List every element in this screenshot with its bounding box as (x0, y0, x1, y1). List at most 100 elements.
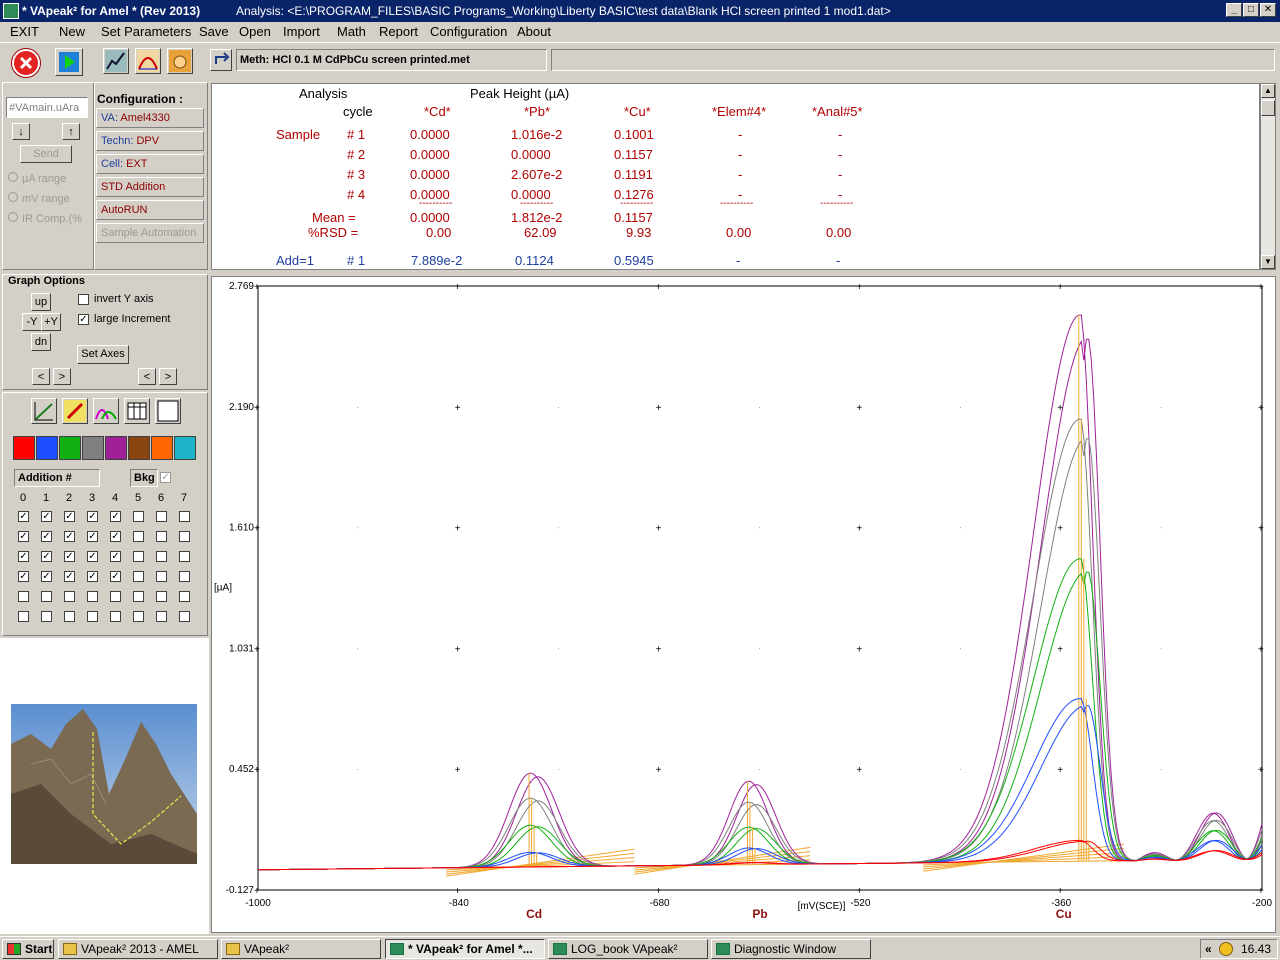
curve-checkbox[interactable]: ✓ (41, 551, 52, 562)
curve-checkbox[interactable] (64, 611, 75, 622)
color-blue[interactable] (36, 436, 58, 460)
y-left-button[interactable]: < (138, 368, 156, 385)
menu-exit[interactable]: EXIT (10, 24, 39, 39)
curve-checkbox[interactable] (87, 591, 98, 602)
curve-checkbox[interactable] (133, 511, 144, 522)
curve-checkbox[interactable] (179, 511, 190, 522)
x-left-button[interactable]: < (32, 368, 50, 385)
curve-checkbox[interactable]: ✓ (41, 531, 52, 542)
close-button[interactable]: ✕ (1260, 3, 1276, 17)
linear-fit-button[interactable] (31, 398, 57, 424)
task-diagnostic-window[interactable]: Diagnostic Window (711, 939, 871, 959)
curve-checkbox[interactable] (156, 551, 167, 562)
curve-checkbox[interactable] (110, 611, 121, 622)
task-log-book[interactable]: LOG_book VApeak² (548, 939, 708, 959)
curve-checkbox[interactable]: ✓ (18, 531, 29, 542)
run-button[interactable] (55, 48, 83, 76)
curve-checkbox[interactable] (179, 531, 190, 542)
baseline-button[interactable] (62, 398, 88, 424)
report-button[interactable] (124, 398, 150, 424)
redo-button[interactable] (210, 49, 232, 71)
y-right-button[interactable]: > (159, 368, 177, 385)
config-sample-automation[interactable]: Sample Automation (96, 223, 204, 243)
peak-button[interactable] (135, 48, 161, 74)
color-green[interactable] (59, 436, 81, 460)
plot-button[interactable] (103, 48, 129, 74)
results-scrollbar[interactable]: ▲ ▼ (1260, 83, 1276, 270)
curve-checkbox[interactable]: ✓ (64, 511, 75, 522)
menu-set-parameters[interactable]: Set Parameters (101, 24, 191, 39)
scroll-up-icon[interactable]: ▲ (1261, 84, 1275, 98)
menu-open[interactable]: Open (239, 24, 271, 39)
curve-checkbox[interactable] (41, 591, 52, 602)
curve-checkbox[interactable] (133, 611, 144, 622)
minus-y-button[interactable]: -Y (22, 313, 42, 331)
shield-icon[interactable] (1219, 942, 1233, 956)
curve-checkbox[interactable]: ✓ (110, 531, 121, 542)
curve-checkbox[interactable]: ✓ (41, 571, 52, 582)
curve-checkbox[interactable] (18, 591, 29, 602)
curve-checkbox[interactable] (156, 591, 167, 602)
curve-checkbox[interactable] (179, 551, 190, 562)
task-vapeak-folder[interactable]: VApeak² (221, 939, 381, 959)
stop-button[interactable] (12, 49, 40, 77)
curve-checkbox[interactable]: ✓ (64, 551, 75, 562)
tray-expand-icon[interactable]: « (1205, 942, 1212, 956)
curve-checkbox[interactable] (133, 531, 144, 542)
dn-button[interactable]: dn (31, 333, 51, 351)
curve-checkbox[interactable] (110, 591, 121, 602)
menu-import[interactable]: Import (283, 24, 320, 39)
scroll-thumb[interactable] (1261, 100, 1275, 116)
start-button[interactable]: Start (2, 939, 54, 959)
curve-checkbox[interactable] (156, 611, 167, 622)
curve-checkbox[interactable] (156, 511, 167, 522)
curve-checkbox[interactable]: ✓ (87, 571, 98, 582)
config-autorun[interactable]: AutoRUN (96, 200, 204, 220)
overlay-button[interactable] (93, 398, 119, 424)
curve-checkbox[interactable] (87, 611, 98, 622)
curve-checkbox[interactable]: ✓ (87, 531, 98, 542)
curve-checkbox[interactable] (179, 571, 190, 582)
scroll-down-icon[interactable]: ▼ (1261, 255, 1275, 269)
color-gray[interactable] (82, 436, 104, 460)
curve-checkbox[interactable]: ✓ (41, 511, 52, 522)
curve-checkbox[interactable]: ✓ (64, 531, 75, 542)
curve-checkbox[interactable] (133, 591, 144, 602)
ua-range-radio[interactable]: µA range (8, 172, 66, 185)
config-technique[interactable]: Techn: DPV (96, 131, 204, 151)
color-red[interactable] (13, 436, 35, 460)
set-axes-button[interactable]: Set Axes (77, 345, 129, 364)
config-std-addition[interactable]: STD Addition (96, 177, 204, 197)
curve-checkbox[interactable]: ✓ (87, 551, 98, 562)
minimize-button[interactable]: _ (1226, 3, 1242, 17)
curve-checkbox[interactable]: ✓ (18, 551, 29, 562)
curve-checkbox[interactable]: ✓ (18, 571, 29, 582)
command-input[interactable] (6, 97, 88, 118)
x-right-button[interactable]: > (53, 368, 71, 385)
down-arrow-button[interactable]: ↓ (12, 123, 30, 140)
menu-about[interactable]: About (517, 24, 551, 39)
menu-math[interactable]: Math (337, 24, 366, 39)
ir-comp-radio[interactable]: IR Comp.(% (8, 212, 82, 225)
bkg-checkbox[interactable]: ✓ (160, 472, 171, 483)
curve-checkbox[interactable]: ✓ (18, 511, 29, 522)
curve-checkbox[interactable] (156, 531, 167, 542)
blank-button[interactable] (155, 398, 181, 424)
color-orange[interactable] (151, 436, 173, 460)
invert-y-checkbox[interactable] (78, 294, 89, 305)
hand-button[interactable] (167, 48, 193, 74)
curve-checkbox[interactable]: ✓ (110, 511, 121, 522)
menu-save[interactable]: Save (199, 24, 229, 39)
config-cell[interactable]: Cell: EXT (96, 154, 204, 174)
curve-checkbox[interactable] (64, 591, 75, 602)
curve-checkbox[interactable]: ✓ (110, 571, 121, 582)
curve-checkbox[interactable] (133, 571, 144, 582)
task-vapeak-2013[interactable]: VApeak² 2013 - AMEL (58, 939, 218, 959)
color-cyan[interactable] (174, 436, 196, 460)
maximize-button[interactable]: □ (1243, 3, 1259, 17)
curve-checkbox[interactable] (179, 611, 190, 622)
curve-checkbox[interactable] (41, 611, 52, 622)
curve-checkbox[interactable] (156, 571, 167, 582)
curve-checkbox[interactable] (133, 551, 144, 562)
up-arrow-button[interactable]: ↑ (62, 123, 80, 140)
